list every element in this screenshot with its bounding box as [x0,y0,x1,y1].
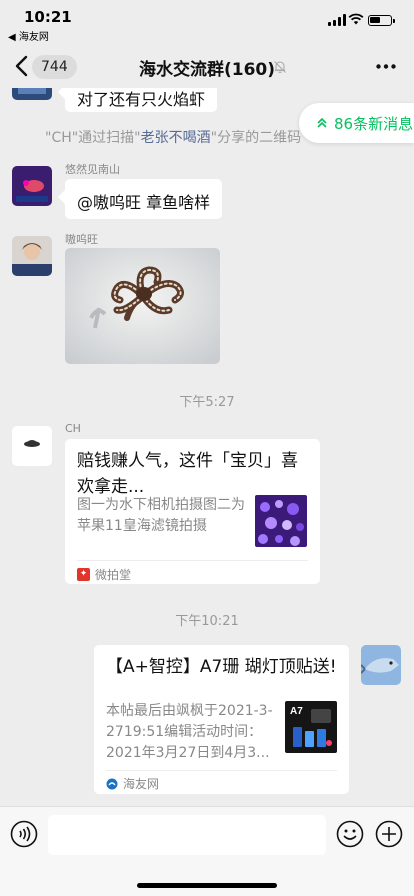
message-text-field[interactable] [48,815,326,855]
octopus-photo [65,248,220,364]
clock: 10:21 [24,8,72,26]
card-description: 图一为水下相机拍摄图二为苹果11皇海滤镜拍摄 [77,497,245,534]
card-thumbnail [255,495,307,547]
status-bar: 10:21 ◀ 海友网 [0,0,414,44]
card-source-name: 微拍堂 [95,568,132,582]
system-notice-text: "CH"通过扫描" [45,130,141,146]
message-bubble[interactable]: @嗷呜旺 章鱼啥样 [65,179,223,219]
chat-header: 744 海水交流群(160) [0,44,414,88]
weipaitang-logo-icon: ✦ [77,568,90,581]
cellular-signal-icon [328,14,346,26]
card-title: 赔钱赚人气，这件「宝贝」喜欢拿走... [77,451,298,497]
new-messages-label: 86条新消息 [334,114,414,133]
avatar[interactable] [12,88,52,100]
thumb-label: A7 [290,706,303,717]
sender-name: CH [65,422,81,435]
link-card[interactable]: 赔钱赚人气，这件「宝贝」喜欢拿走... 图一为水下相机拍摄图二为苹果11皇海滤镜… [65,439,320,584]
photo-message[interactable] [65,248,220,364]
plus-more-icon[interactable] [375,820,403,848]
card-divider [106,770,337,771]
wifi-icon [348,13,364,25]
avatar[interactable] [12,166,52,206]
double-chevron-up-icon [317,117,327,128]
new-messages-button[interactable]: 86条新消息 [299,103,414,143]
message-text: @嗷呜旺 章鱼啥样 [77,193,211,212]
own-avatar[interactable] [361,645,401,685]
chat-title: 海水交流群(160) [138,60,276,80]
inviter-name-link[interactable]: 老张不喝酒 [141,130,211,146]
card-title: 【A+智控】A7珊 瑚灯顶贴送! [106,657,337,677]
back-to-app-link[interactable]: ◀ 海友网 [8,28,49,43]
voice-input-icon[interactable] [10,820,38,848]
mute-bell-icon [274,61,286,73]
message-bubble[interactable]: 对了还有只火焰虾 [65,88,218,112]
timestamp: 下午5:27 [179,395,235,410]
card-thumbnail: A7 [285,701,337,753]
avatar[interactable] [12,236,52,276]
message-list[interactable]: 对了还有只火焰虾 "CH"通过扫描"老张不喝酒"分享的二维码 86条新消息 悠然… [0,88,414,806]
haiyouwang-logo-icon [106,778,118,789]
card-divider [77,560,308,561]
message-input-bar [0,806,414,896]
system-notice: "CH"通过扫描"老张不喝酒"分享的二维码 [45,127,301,147]
link-card[interactable]: 【A+智控】A7珊 瑚灯顶贴送! 本帖最后由飒枫于2021-3-2719:51编… [94,645,349,794]
battery-icon [368,15,395,26]
more-options-icon[interactable] [376,64,396,69]
card-source: 海友网 [106,775,159,792]
card-source-name: 海友网 [123,777,160,791]
system-notice-text-end: "分享的二维码 [210,130,302,146]
card-source: ✦ 微拍堂 [77,566,131,583]
card-description: 本帖最后由飒枫于2021-3-2719:51编辑活动时间：2021年3月27日到… [106,703,273,761]
timestamp: 下午10:21 [175,614,239,629]
sender-name: 嗷呜旺 [65,233,98,246]
sender-name: 悠然见南山 [65,163,120,176]
emoji-icon[interactable] [336,820,364,848]
home-indicator[interactable] [137,883,277,888]
message-text: 对了还有只火焰虾 [77,90,206,109]
avatar[interactable] [12,426,52,466]
